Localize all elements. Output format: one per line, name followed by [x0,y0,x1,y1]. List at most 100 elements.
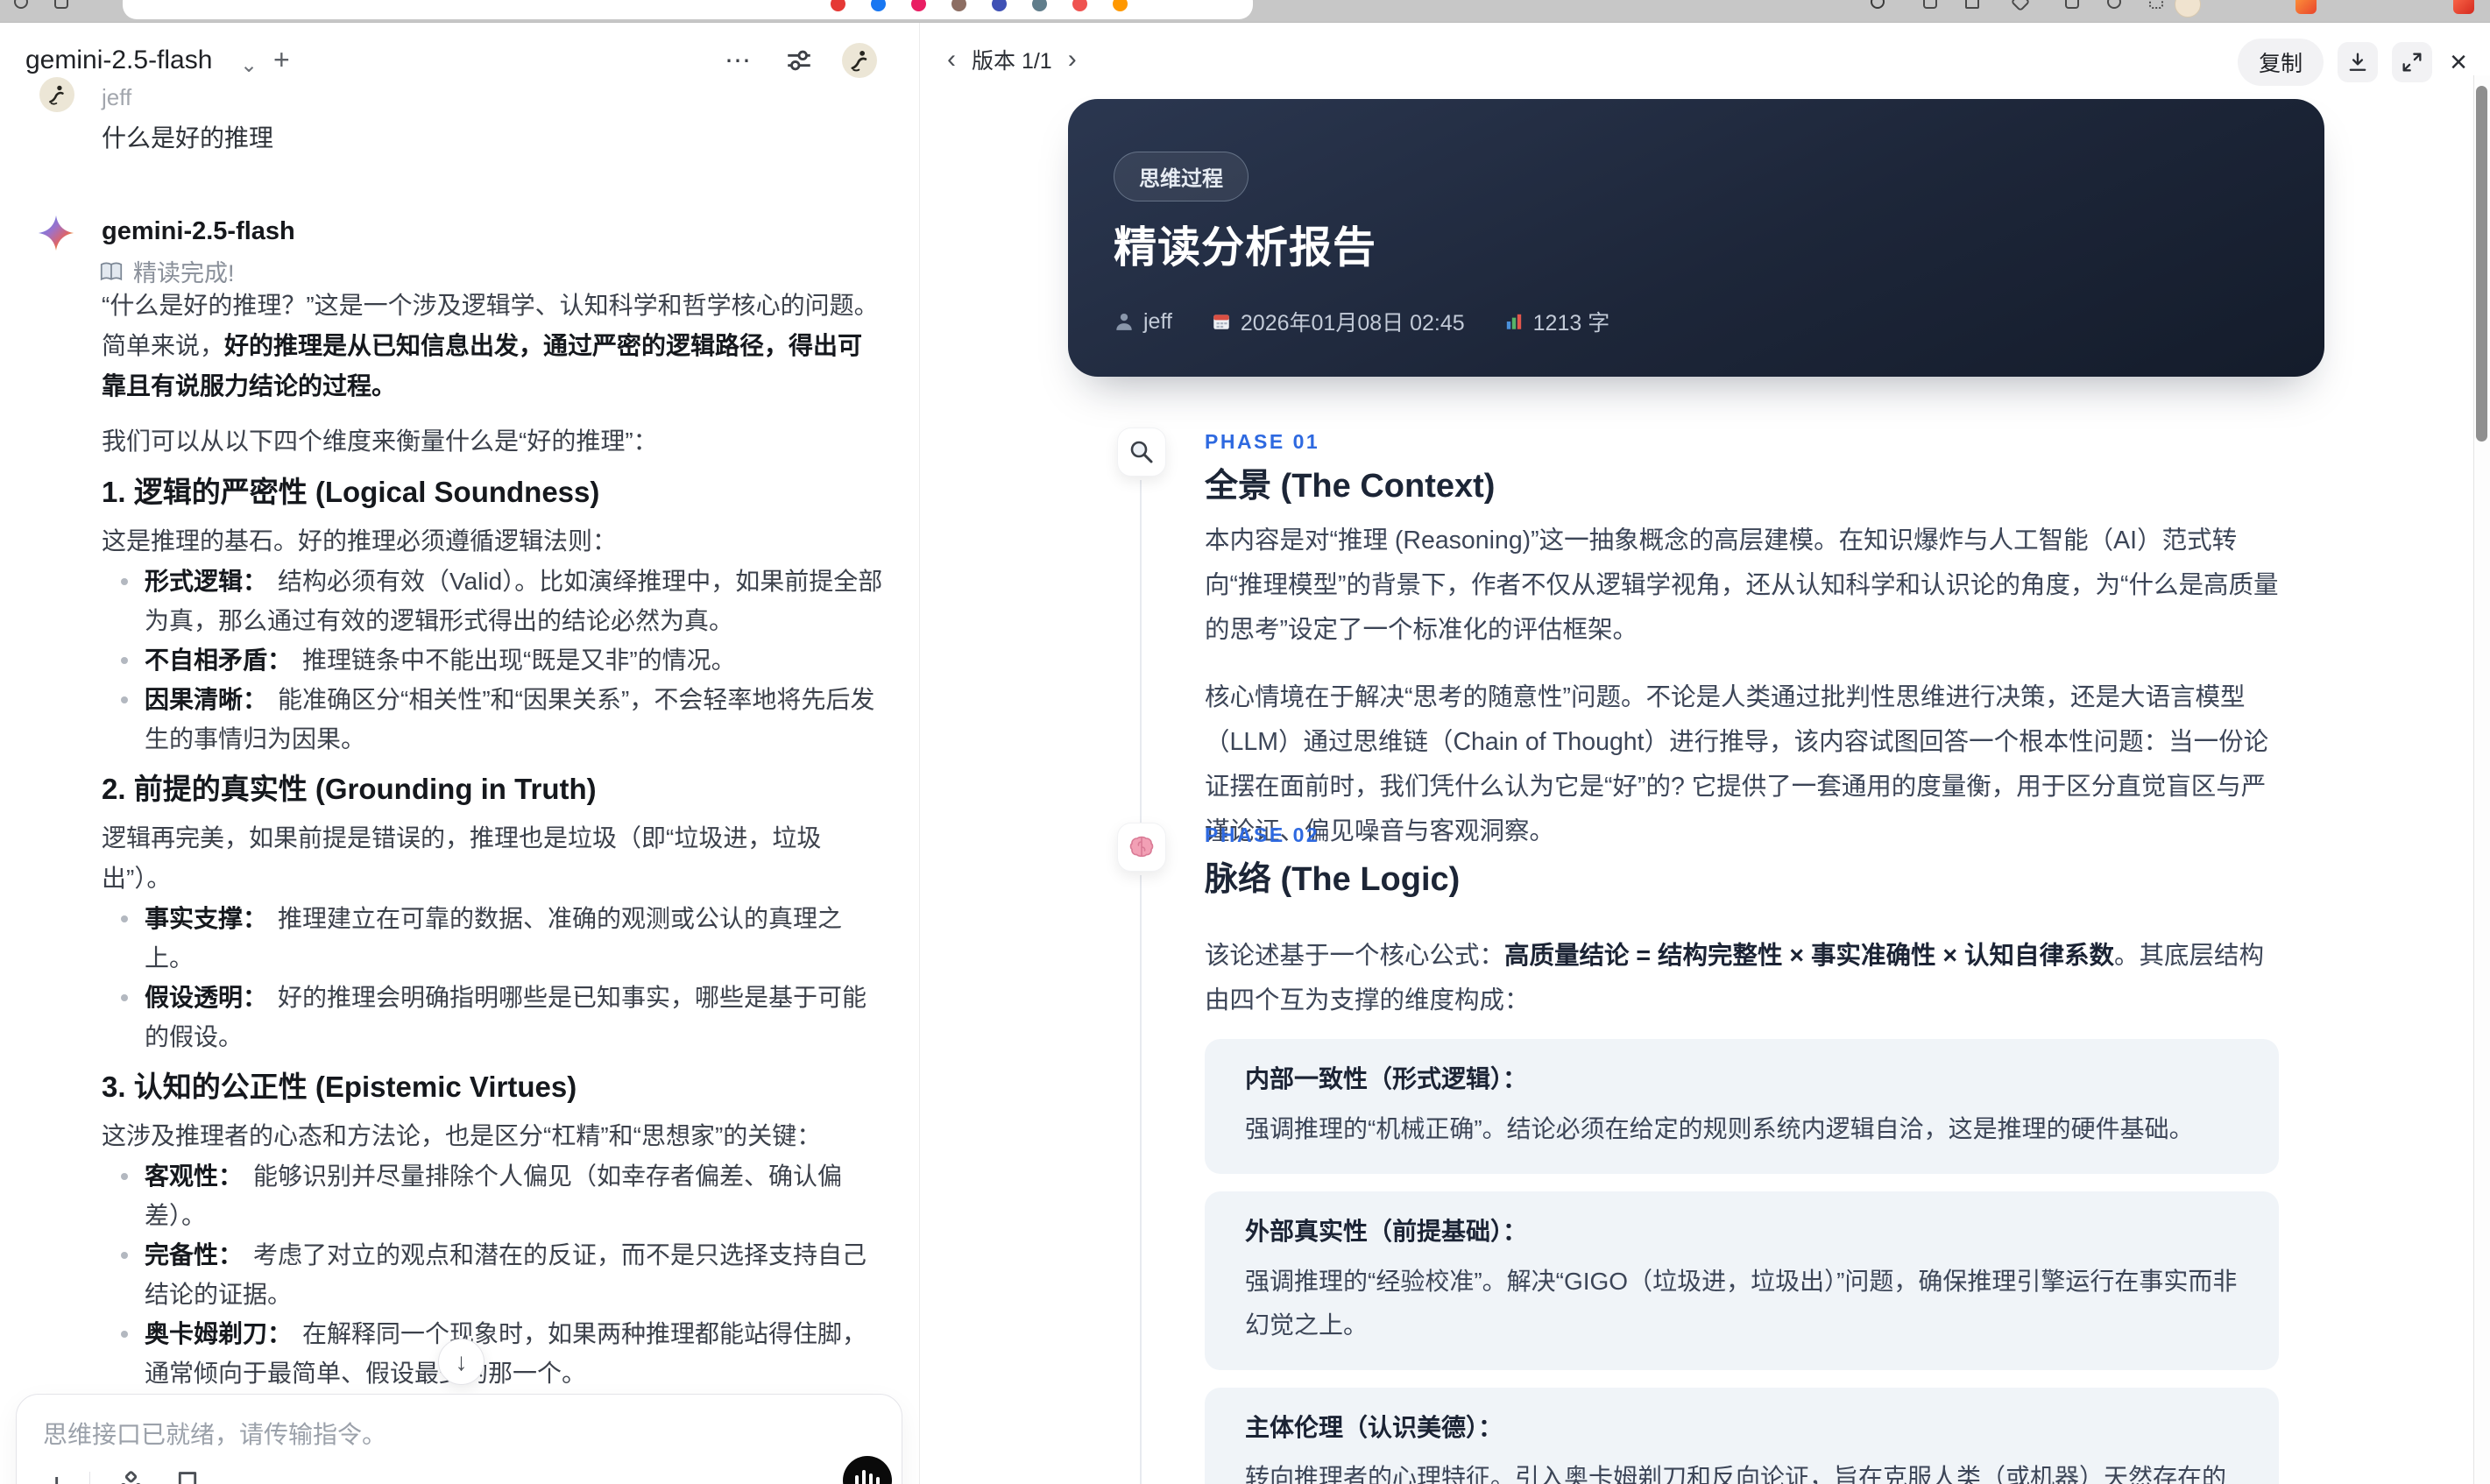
section-1-desc: 这是推理的基石。好的推理必须遵循逻辑法则： [102,527,618,555]
browser-toolbar-icon[interactable] [1871,0,1885,9]
calendar-icon [1213,314,1229,329]
next-version-button[interactable]: › [1068,46,1077,73]
scroll-to-bottom-button[interactable]: ↓ [438,1339,485,1385]
browser-download-tray-icon[interactable] [2065,0,2079,9]
brain-icon [1129,836,1154,858]
list-item: 奥卡姆剃刀： 在解释同一个现象时，如果两种推理都能站得住脚，通常倾向于最简单、假设… [102,1314,887,1393]
dimension-box: 主体伦理（认识美德）： 转向推理者的心理特征。引入奥卡姆剃刀和反向论证，旨在克服… [1205,1388,2279,1484]
runner-avatar-icon [851,51,867,72]
dimension-box-label: 内部一致性（形式逻辑）： [1245,1065,1528,1092]
browser-sidebar-icon[interactable] [1965,0,1979,9]
browser-puzzle-icon[interactable] [1923,0,1937,9]
bullet-label: 奥卡姆剃刀： [145,1320,293,1347]
phase-1-title: 全景 (The Context) [1205,468,1496,505]
lead-pre: 该论述基于一个核心公式： [1205,942,1505,970]
bullet-text: 能够识别并尽量排除个人偏见（如幸存者偏差、确认偏差）。 [145,1162,843,1229]
browser-extension-icon[interactable] [2453,0,2474,14]
gemini-star-icon [37,214,75,252]
attach-plus-button[interactable]: + [46,1468,67,1484]
runner-avatar-icon [49,85,64,105]
voice-input-button[interactable] [843,1456,892,1484]
browser-extension-icon[interactable] [2295,0,2317,14]
scrollbar-thumb[interactable] [2476,86,2487,442]
artifact-panel: ‹ 版本 1/1 › 复制 × 思维过程 精读分析报告 jeff 2026年01… [921,23,2490,1484]
bullet-label: 因果清晰： [145,686,268,713]
bullet-text: 推理链条中不能出现“既是又非”的情况。 [302,647,736,674]
waveform-bar [869,1473,873,1484]
scrollbar-track[interactable] [2473,75,2490,1484]
list-item: 因果清晰： 能准确区分“相关性”和“因果关系”，不会轻率地将先后发生的事情归为因果… [102,680,887,759]
prev-version-button[interactable]: ‹ [947,46,956,73]
section-3-list: 客观性： 能够识别并尽量排除个人偏见（如幸存者偏差、确认偏差）。 完备性： 考虑了对… [102,1156,887,1393]
artifact-actions: 复制 × [2238,39,2471,86]
phase-2-icon-card [1117,823,1166,872]
download-button[interactable] [2338,42,2379,82]
dimension-box-label: 外部真实性（前提基础）： [1245,1218,1528,1245]
list-item: 客观性： 能够识别并尽量排除个人偏见（如幸存者偏差、确认偏差）。 [102,1156,887,1235]
composer: 思维接口已就绪，请传输指令。 + [16,1394,902,1484]
toolbar-divider [89,1472,91,1484]
section-1-title: 1. 逻辑的严密性 (Logical Soundness) [102,476,600,508]
composer-toolbar: + [46,1468,206,1484]
version-switcher: ‹ 版本 1/1 › [947,44,1077,75]
copy-button[interactable]: 复制 [2238,39,2324,86]
phase-2-lead-paragraph: 该论述基于一个核心公式：高质量结论 = 结构完整性 × 事实准确性 × 认知自律… [1205,934,2279,1023]
bullet-label: 不自相矛盾： [145,647,293,674]
bullet-label: 事实支撑： [145,905,268,932]
list-item: 不自相矛盾： 推理链条中不能出现“既是又非”的情况。 [102,640,887,680]
chevron-down-icon[interactable]: ⌄ [240,53,258,78]
browser-clock-icon[interactable] [2107,0,2121,9]
meta-word-count: 1213 字 [1503,306,1610,337]
bullet-label: 完备性： [145,1241,244,1268]
download-icon [2349,53,2366,71]
browser-grid-icon[interactable] [54,0,68,9]
hero-badge: 思维过程 [1114,152,1249,201]
tune-settings-icon[interactable] [781,42,817,79]
bullet-text: 考虑了对立的观点和潜在的反证，而不是只选择支持自己结论的证据。 [145,1241,867,1308]
waveform-bar [855,1475,859,1484]
browser-profile-avatar[interactable] [2175,0,2201,18]
arrow-down-icon: ↓ [455,1347,468,1375]
user-name: jeff [102,84,132,110]
meta-author-text: jeff [1143,308,1172,334]
intro-paragraph: “什么是好的推理？”这是一个涉及逻辑学、认知科学和哲学核心的问题。简单来说，好的… [102,286,887,406]
bookmark-icon[interactable] [171,1468,206,1484]
phase-1-icon-card [1117,428,1166,477]
phase-1-body: 本内容是对“推理 (Reasoning)”这一抽象概念的高层建模。在知识爆炸与人… [1205,519,2279,877]
new-chat-button[interactable]: + [273,44,290,76]
chat-title[interactable]: gemini-2.5-flash [25,46,212,75]
list-item: 假设透明： 好的推理会明确指明哪些是已知事实，哪些是基于可能的假设。 [102,978,887,1056]
more-options-icon[interactable]: ⋯ [719,42,756,79]
dimension-box: 内部一致性（形式逻辑）： 强调推理的“机械正确”。结论必须在给定的规则系统内逻辑… [1205,1039,2279,1174]
dimension-box-text: 转向推理者的心理特征。引入奥卡姆剃刀和反向论证，旨在克服人类（或机器）天然存在的… [1245,1464,2227,1484]
assistant-status: 精读完成! [98,254,235,288]
phase-2-label: PHASE 02 [1205,823,1320,846]
chat-header: gemini-2.5-flash ⌄ + ⋯ [0,42,919,82]
report-hero-card: 思维过程 精读分析报告 jeff 2026年01月08日 02:45 1213 … [1068,99,2324,377]
user-message-avatar [39,77,74,112]
section-2-desc: 逻辑再完美，如果前提是错误的，推理也是垃圾（即“垃圾进，垃圾出”）。 [102,824,822,892]
skills-diamonds-icon[interactable] [113,1468,148,1484]
meta-word-count-text: 1213 字 [1532,311,1610,336]
meta-date: 2026年01月08日 02:45 [1211,306,1465,337]
phase-2-title: 脉络 (The Logic) [1205,861,1461,898]
section-2-list: 事实支撑： 推理建立在可靠的数据、准确的观测或公认的真理之上。 假设透明： 好的推理… [102,899,887,1056]
report-meta: jeff 2026年01月08日 02:45 1213 字 [1114,306,1609,337]
report-title: 精读分析报告 [1114,224,1377,272]
dimension-box-text: 强调推理的“经验校准”。解决“GIGO（垃圾进，垃圾出）”问题，确保推理引擎运行… [1245,1268,2238,1339]
close-panel-button[interactable]: × [2446,46,2471,80]
composer-input[interactable]: 思维接口已就绪，请传输指令。 [43,1416,831,1451]
browser-apps-icon[interactable] [2149,0,2163,9]
expand-button[interactable] [2392,42,2433,82]
user-avatar[interactable] [842,43,877,78]
assistant-message-body: “什么是好的推理？”这是一个涉及逻辑学、认知科学和哲学核心的问题。简单来说，好的… [102,286,887,1484]
expand-icon [2402,53,2422,72]
bullet-label: 客观性： [145,1162,244,1190]
phase-timeline-line [1140,875,1142,1484]
tune-icon [788,50,810,71]
user-message-text: 什么是好的推理 [102,124,274,152]
lead-paragraph: 我们可以从以下四个维度来衡量什么是“好的推理”： [102,428,658,455]
phase-1-paragraph: 核心情境在于解决“思考的随意性”问题。不论是人类通过批判性思维进行决策，还是大语… [1205,683,2269,845]
browser-reload-icon[interactable] [14,0,28,9]
browser-play-icon[interactable] [2010,0,2031,12]
